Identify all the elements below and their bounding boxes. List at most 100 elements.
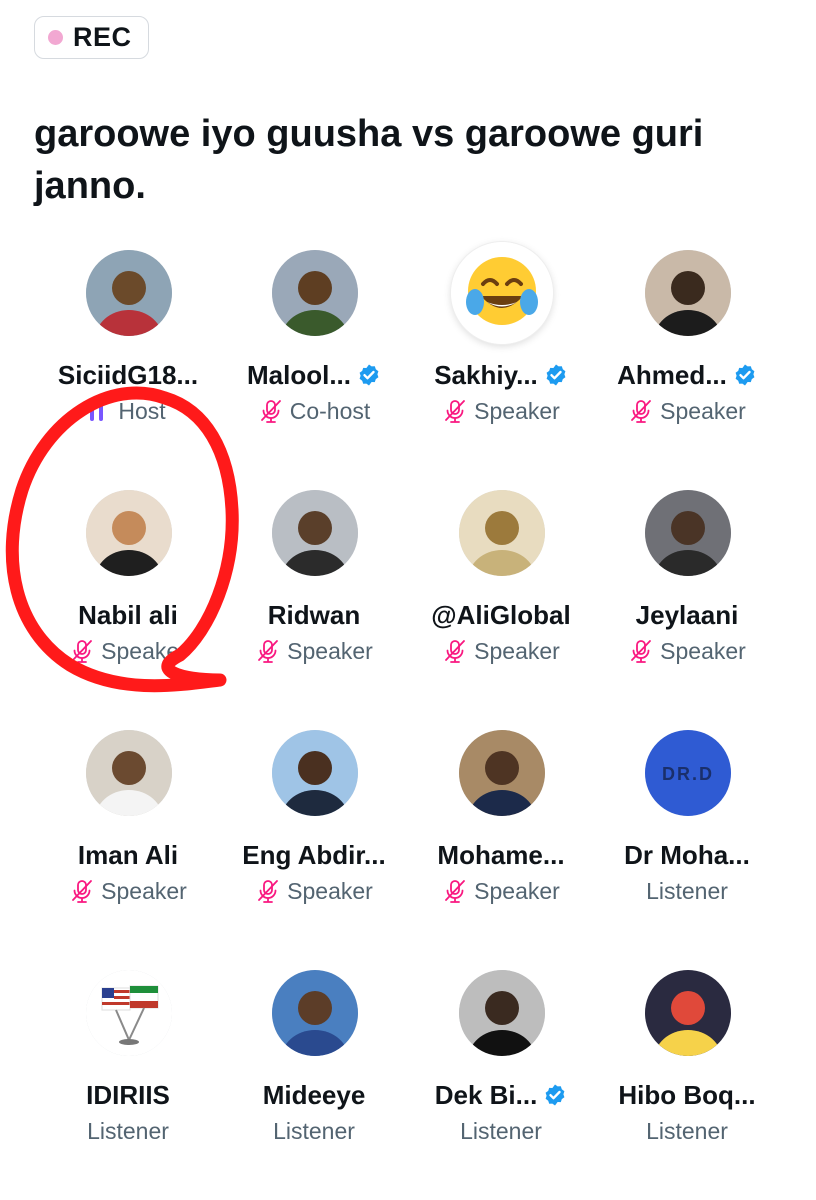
speaking-bars-icon xyxy=(90,399,112,423)
space-participants-screen: REC garoowe iyo guusha vs garoowe guri j… xyxy=(0,0,816,1200)
avatar-photo-icon xyxy=(645,490,731,576)
participant-name: Dek Bi... xyxy=(434,1079,538,1110)
avatar[interactable] xyxy=(272,490,358,576)
participant-name-row: @AliGlobal xyxy=(401,598,601,632)
participant-card[interactable]: Ridwan Speaker xyxy=(214,490,414,710)
verified-badge-icon xyxy=(359,364,379,386)
participant-card[interactable]: Mideeye Listener xyxy=(214,970,414,1190)
participant-name: Eng Abdir... xyxy=(242,839,386,870)
participant-role: Speaker xyxy=(101,877,187,904)
avatar[interactable] xyxy=(459,730,545,816)
participant-card[interactable]: @AliGlobal Speaker xyxy=(401,490,601,710)
participant-name-row: Mideeye xyxy=(214,1078,414,1112)
avatar-flags-icon xyxy=(86,970,172,1056)
participant-role-row: Host xyxy=(28,396,228,426)
participant-card[interactable]: DR.D Dr Moha... Listener xyxy=(587,730,787,950)
participant-name: Sakhiy... xyxy=(434,359,538,390)
participant-name: @AliGlobal xyxy=(431,599,571,630)
participant-role: Speaker xyxy=(287,637,373,664)
participant-role: Speaker xyxy=(474,877,560,904)
avatar[interactable] xyxy=(645,250,731,336)
avatar-photo-icon xyxy=(272,970,358,1056)
avatar[interactable] xyxy=(86,490,172,576)
participant-card[interactable]: Hibo Boq... Listener xyxy=(587,970,787,1190)
participant-card[interactable]: Nabil ali Speaker xyxy=(28,490,228,710)
participant-role: Host xyxy=(118,397,166,424)
participant-name-row: Eng Abdir... xyxy=(214,838,414,872)
participant-card[interactable]: Dek Bi... Listener xyxy=(401,970,601,1190)
participant-card[interactable]: Ahmed... Speaker xyxy=(587,250,787,470)
participant-role: Speaker xyxy=(660,637,746,664)
avatar[interactable] xyxy=(272,250,358,336)
avatar[interactable] xyxy=(459,970,545,1056)
verified-badge-icon xyxy=(545,1084,565,1106)
participant-role-row: Speaker xyxy=(587,396,787,426)
participant-name-row: Iman Ali xyxy=(28,838,228,872)
participant-role-row: Listener xyxy=(214,1116,414,1146)
avatar-photo-icon xyxy=(86,730,172,816)
participant-name: Dr Moha... xyxy=(624,839,750,870)
muted-mic-icon xyxy=(258,880,279,903)
participant-role: Listener xyxy=(273,1117,355,1144)
verified-badge-icon xyxy=(735,364,755,386)
participant-name: Iman Ali xyxy=(77,839,179,870)
avatar[interactable] xyxy=(272,730,358,816)
participant-name-row: Ahmed... xyxy=(587,358,787,392)
participant-role-row: Speaker xyxy=(401,636,601,666)
verified-badge-icon xyxy=(546,364,566,386)
participant-role-row: Speaker xyxy=(214,636,414,666)
muted-mic-icon xyxy=(72,880,93,903)
participant-role: Speaker xyxy=(101,637,187,664)
participant-name: Ahmed... xyxy=(617,359,727,390)
avatar[interactable] xyxy=(86,250,172,336)
avatar-photo-icon xyxy=(459,490,545,576)
participant-name: Jeylaani xyxy=(635,599,739,630)
participant-role-row: Listener xyxy=(401,1116,601,1146)
muted-mic-icon xyxy=(72,640,93,663)
participant-name: Nabil ali xyxy=(78,599,178,630)
participant-name-row: Dek Bi... xyxy=(401,1078,601,1112)
participant-role-row: Speaker xyxy=(214,876,414,906)
participant-card[interactable]: Jeylaani Speaker xyxy=(587,490,787,710)
participant-card[interactable]: Sakhiy... Speaker xyxy=(401,242,601,470)
participant-name-row: IDIRIIS xyxy=(28,1078,228,1112)
participant-name: Ridwan xyxy=(267,599,361,630)
svg-text:DR.D: DR.D xyxy=(662,764,714,784)
participant-name-row: Nabil ali xyxy=(28,598,228,632)
participant-name-row: SiciidG18... xyxy=(28,358,228,392)
participant-name: Hibo Boq... xyxy=(618,1079,756,1110)
avatar[interactable] xyxy=(86,730,172,816)
participant-name: Mohame... xyxy=(437,839,565,870)
participant-name: SiciidG18... xyxy=(57,359,199,390)
participant-role-row: Listener xyxy=(587,876,787,906)
muted-mic-icon xyxy=(631,640,652,663)
avatar[interactable] xyxy=(86,970,172,1056)
participant-card[interactable]: Malool... Co-host xyxy=(214,250,414,470)
avatar-photo-icon xyxy=(645,970,731,1056)
participant-card[interactable]: Iman Ali Speaker xyxy=(28,730,228,950)
avatar-photo-icon xyxy=(272,490,358,576)
avatar[interactable] xyxy=(451,242,553,344)
participant-role: Speaker xyxy=(474,637,560,664)
participant-name-row: Ridwan xyxy=(214,598,414,632)
participant-role-row: Listener xyxy=(28,1116,228,1146)
participant-name-row: Jeylaani xyxy=(587,598,787,632)
participant-card[interactable]: Mohame... Speaker xyxy=(401,730,601,950)
participant-card[interactable]: SiciidG18... Host xyxy=(28,250,228,470)
avatar[interactable]: DR.D xyxy=(645,730,731,816)
participant-card[interactable]: Eng Abdir... Speaker xyxy=(214,730,414,950)
participant-name: IDIRIIS xyxy=(86,1079,170,1110)
avatar[interactable] xyxy=(645,970,731,1056)
participant-role: Speaker xyxy=(474,397,560,424)
avatar[interactable] xyxy=(645,490,731,576)
tears-of-joy-emoji-icon xyxy=(451,242,553,344)
avatar[interactable] xyxy=(272,970,358,1056)
avatar-photo-icon xyxy=(272,730,358,816)
avatar-photo-icon xyxy=(86,490,172,576)
avatar-photo-icon xyxy=(86,250,172,336)
avatar-photo-icon xyxy=(459,730,545,816)
participant-role-row: Speaker xyxy=(401,876,601,906)
participant-name-row: Malool... xyxy=(214,358,414,392)
avatar[interactable] xyxy=(459,490,545,576)
participant-card[interactable]: IDIRIIS Listener xyxy=(28,970,228,1190)
